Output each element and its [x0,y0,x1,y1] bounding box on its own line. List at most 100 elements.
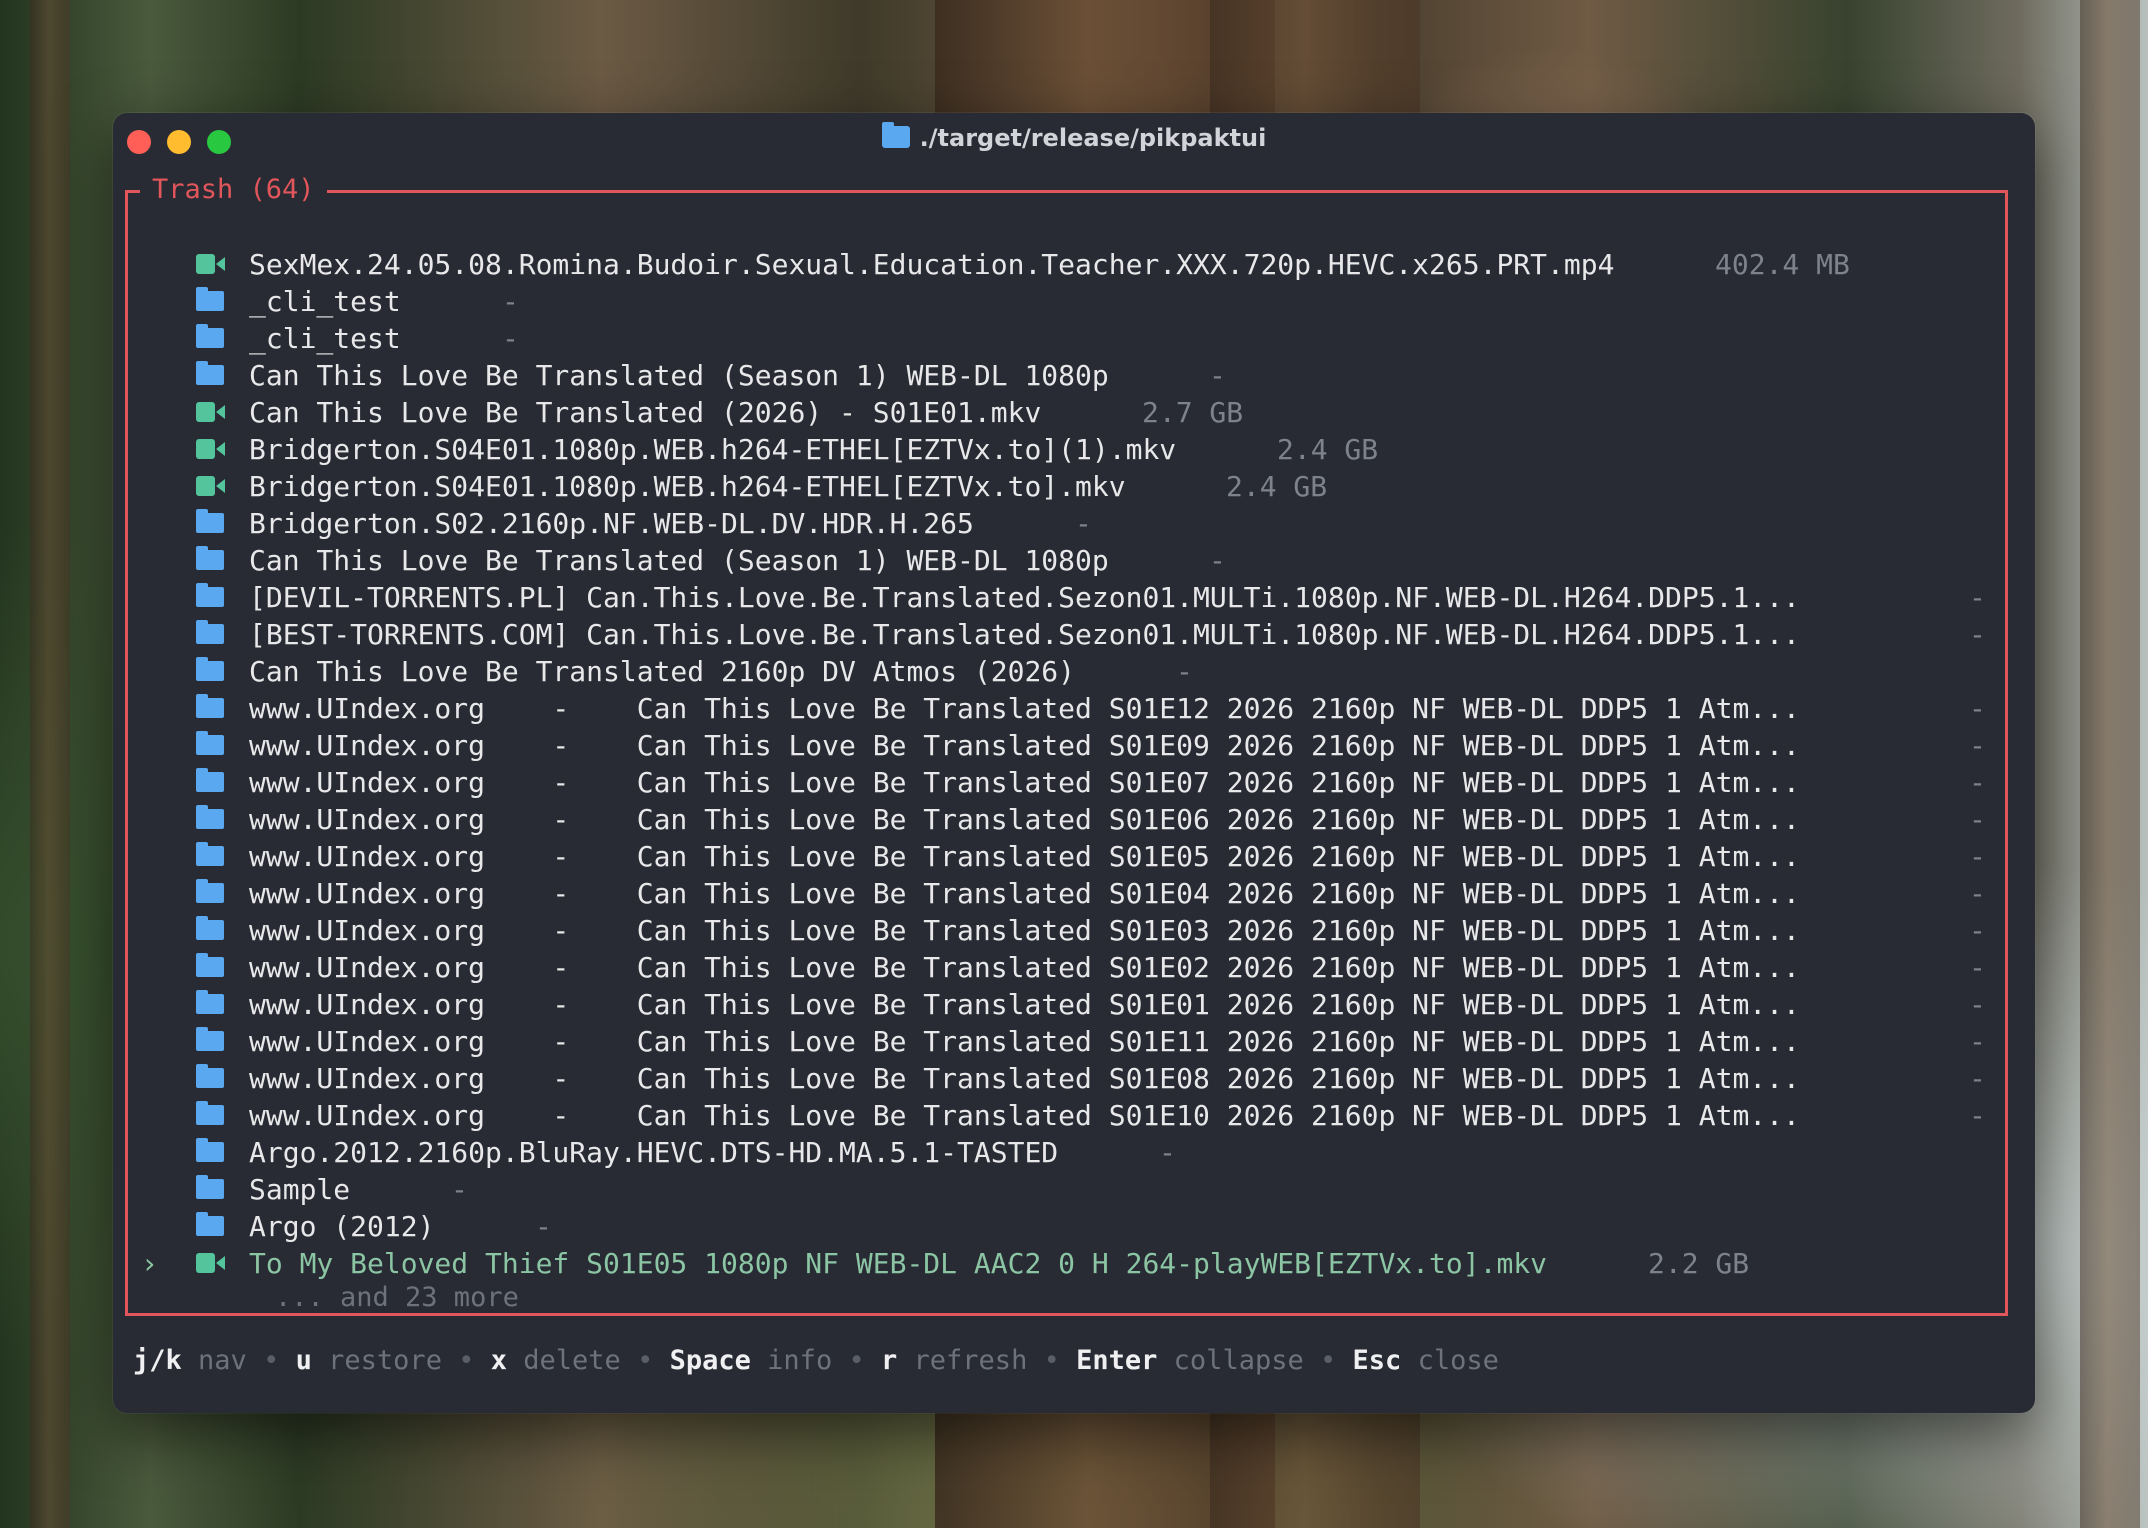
table-row[interactable]: www.UIndex.org - Can This Love Be Transl… [141,764,2021,801]
video-icon [196,1253,225,1273]
item-size: - [535,1210,552,1243]
shortcut-description: restore [328,1345,442,1376]
item-name: www.UIndex.org - Can This Love Be Transl… [249,877,1800,910]
item-name: www.UIndex.org - Can This Love Be Transl… [249,840,1800,873]
separator-dot: • [458,1345,475,1376]
table-row[interactable]: Can This Love Be Translated (Season 1) W… [141,357,2021,394]
item-size: - [1969,914,1986,947]
separator-dot: • [848,1345,865,1376]
selection-marker-icon: › [141,1247,158,1280]
table-row[interactable]: _cli_test - [141,283,2021,320]
item-size: - [1969,766,1986,799]
item-size: - [1969,1062,1986,1095]
panel-title: Trash (64) [140,173,327,207]
separator-dot: • [263,1345,280,1376]
table-row[interactable]: _cli_test - [141,320,2021,357]
item-size: - [1969,951,1986,984]
item-name: www.UIndex.org - Can This Love Be Transl… [249,914,1800,947]
table-row[interactable]: Can This Love Be Translated (Season 1) W… [141,542,2021,579]
table-row-selected[interactable]: › To My Beloved Thief S01E05 1080p NF WEB… [141,1245,2021,1282]
shortcut-key: u [295,1345,312,1376]
separator-dot: • [1319,1345,1337,1376]
table-row[interactable]: www.UIndex.org - Can This Love Be Transl… [141,1060,2021,1097]
item-name: Can This Love Be Translated (Season 1) W… [249,544,1109,577]
item-name: [DEVIL-TORRENTS.PL] Can.This.Love.Be.Tra… [249,581,1800,614]
item-name: _cli_test [249,285,401,318]
table-row[interactable]: www.UIndex.org - Can This Love Be Transl… [141,875,2021,912]
table-row[interactable]: www.UIndex.org - Can This Love Be Transl… [141,838,2021,875]
item-size: - [1176,655,1193,688]
table-row[interactable]: Bridgerton.S02.2160p.NF.WEB-DL.DV.HDR.H.… [141,505,2021,542]
video-icon [196,476,225,496]
table-row[interactable]: Argo.2012.2160p.BluRay.HEVC.DTS-HD.MA.5.… [141,1134,2021,1171]
item-name: www.UIndex.org - Can This Love Be Transl… [249,729,1800,762]
item-name: _cli_test [249,322,401,355]
item-size: 2.2 GB [1648,1247,1750,1280]
separator-dot: • [637,1345,654,1376]
table-row[interactable]: www.UIndex.org - Can This Love Be Transl… [141,912,2021,949]
item-name: Can This Love Be Translated (Season 1) W… [249,359,1109,392]
item-name: Bridgerton.S04E01.1080p.WEB.h264-ETHEL[E… [249,433,1177,466]
table-row[interactable]: www.UIndex.org - Can This Love Be Transl… [141,690,2021,727]
item-size: - [1075,507,1092,540]
item-size: 2.4 GB [1277,433,1379,466]
table-row[interactable]: SexMex.24.05.08.Romina.Budoir.Sexual.Edu… [141,246,2021,283]
table-row[interactable]: [BEST-TORRENTS.COM] Can.This.Love.Be.Tra… [141,616,2021,653]
item-size: - [1209,359,1226,392]
table-row[interactable]: www.UIndex.org - Can This Love Be Transl… [141,1097,2021,1134]
tree-trunk [2080,0,2140,1528]
table-row[interactable]: www.UIndex.org - Can This Love Be Transl… [141,1023,2021,1060]
folder-icon [196,657,224,681]
shortcut-key: Enter [1076,1345,1158,1376]
item-name: www.UIndex.org - Can This Love Be Transl… [249,951,1800,984]
item-size: - [502,322,519,355]
table-row[interactable]: Bridgerton.S04E01.1080p.WEB.h264-ETHEL[E… [141,431,2021,468]
item-name: SexMex.24.05.08.Romina.Budoir.Sexual.Edu… [249,248,1615,281]
folder-icon [196,1212,224,1236]
item-size: - [1209,544,1226,577]
item-size: - [502,285,519,318]
table-row[interactable]: Bridgerton.S04E01.1080p.WEB.h264-ETHEL[E… [141,468,2021,505]
table-row[interactable]: www.UIndex.org - Can This Love Be Transl… [141,986,2021,1023]
folder-icon [196,953,224,977]
shortcut-description: collapse [1173,1345,1304,1376]
item-name: Can This Love Be Translated 2160p DV Atm… [249,655,1076,688]
item-size: - [1969,1099,1986,1132]
folder-icon [196,1027,224,1051]
folder-icon [196,546,224,570]
item-name: www.UIndex.org - Can This Love Be Transl… [249,988,1800,1021]
item-name: Argo.2012.2160p.BluRay.HEVC.DTS-HD.MA.5.… [249,1136,1059,1169]
folder-icon [196,768,224,792]
title-bar: ./target/release/pikpaktui [113,113,2035,165]
video-icon [196,254,225,274]
item-size: - [1969,840,1986,873]
folder-icon [196,916,224,940]
table-row[interactable]: www.UIndex.org - Can This Love Be Transl… [141,949,2021,986]
table-row[interactable]: Can This Love Be Translated (2026) - S01… [141,394,2021,431]
folder-icon [196,509,224,533]
folder-icon [196,1138,224,1162]
table-row[interactable]: www.UIndex.org - Can This Love Be Transl… [141,727,2021,764]
folder-icon [196,731,224,755]
folder-icon [196,1101,224,1125]
window-title-text: ./target/release/pikpaktui [919,124,1267,152]
item-size: 2.4 GB [1226,470,1328,503]
item-size: - [1969,803,1986,836]
item-name: Sample [249,1173,351,1206]
item-size: 2.7 GB [1142,396,1244,429]
table-row[interactable]: [DEVIL-TORRENTS.PL] Can.This.Love.Be.Tra… [141,579,2021,616]
item-name: Bridgerton.S04E01.1080p.WEB.h264-ETHEL[E… [249,470,1126,503]
table-row[interactable]: www.UIndex.org - Can This Love Be Transl… [141,801,2021,838]
table-row[interactable]: Argo (2012) - [141,1208,2021,1245]
window-title: ./target/release/pikpaktui [113,122,2035,152]
shortcut-key: r [881,1345,898,1376]
item-name: To My Beloved Thief S01E05 1080p NF WEB-… [249,1247,1548,1280]
shortcut-description: close [1417,1345,1499,1376]
table-row[interactable]: Can This Love Be Translated 2160p DV Atm… [141,653,2021,690]
item-size: - [1969,581,1986,614]
folder-icon [196,1175,224,1199]
item-size: 402.4 MB [1715,248,1850,281]
item-name: Can This Love Be Translated (2026) - S01… [249,396,1042,429]
table-row[interactable]: Sample - [141,1171,2021,1208]
folder-icon [196,879,224,903]
